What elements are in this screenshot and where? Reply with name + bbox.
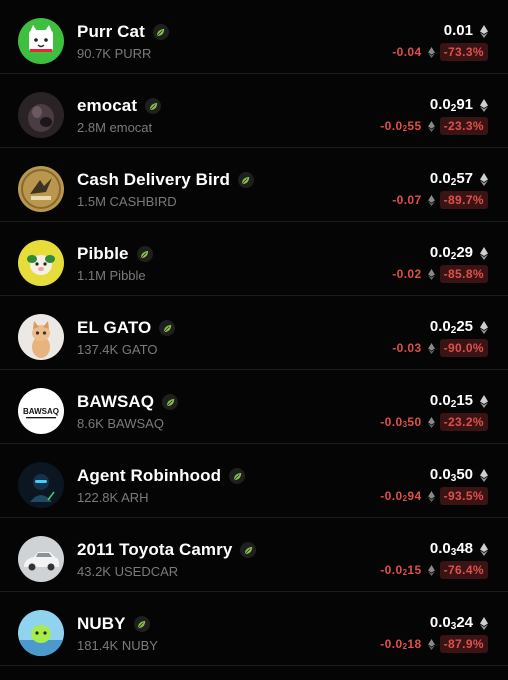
- token-price: 0.0257: [429, 170, 473, 188]
- leaf-icon: [136, 246, 153, 262]
- token-price: 0.0215: [429, 392, 473, 410]
- eth-icon: [480, 172, 488, 186]
- token-price: 0.0324: [429, 614, 473, 632]
- token-name: emocat: [77, 96, 138, 115]
- eth-icon: [480, 246, 488, 260]
- token-row[interactable]: EL GATO 137.4K GATO 0.0225 -0.03 -90.0%: [0, 296, 508, 370]
- bawsaq-avatar: BAWSAQ: [18, 388, 64, 434]
- pct-change-badge: -93.5%: [439, 487, 488, 505]
- eth-icon: [480, 468, 488, 482]
- token-change: -0.0255: [380, 119, 422, 133]
- eth-icon: [480, 616, 488, 630]
- token-holdings: 1.1M Pibble: [77, 268, 146, 283]
- pct-change-badge: -23.3%: [439, 117, 488, 135]
- pct-change-badge: -23.2%: [439, 413, 488, 431]
- leaf-icon: [162, 394, 179, 410]
- pct-change-badge: -73.3%: [439, 43, 488, 61]
- token-name: Pibble: [77, 244, 129, 263]
- token-holdings: 90.7K PURR: [77, 46, 152, 61]
- token-holdings: 2.8M emocat: [77, 120, 153, 135]
- eth-icon: [480, 394, 488, 408]
- token-name: Purr Cat: [77, 22, 145, 41]
- token-holdings: 43.2K USEDCAR: [77, 564, 179, 579]
- leaf-icon: [145, 98, 162, 114]
- token-row[interactable]: NUBY 181.4K NUBY 0.0324 -0.0218 -87.9%: [0, 592, 508, 666]
- token-row[interactable]: Agent Robinhood 122.8K ARH 0.0350 -0.029…: [0, 444, 508, 518]
- token-holdings: 137.4K GATO: [77, 342, 158, 357]
- token-row[interactable]: BAWSAQ BAWSAQ 8.6K BAWSAQ 0.0215 -0.0350…: [0, 370, 508, 444]
- eth-icon: [480, 98, 488, 112]
- token-change: -0.07: [392, 193, 422, 207]
- token-name: Cash Delivery Bird: [77, 170, 230, 189]
- eth-icon: [427, 268, 435, 280]
- token-name: 2011 Toyota Camry: [77, 540, 233, 559]
- el-gato-avatar: [18, 314, 64, 360]
- pct-change-badge: -89.7%: [439, 191, 488, 209]
- token-row[interactable]: 2011 Toyota Camry 43.2K USEDCAR 0.0348 -…: [0, 518, 508, 592]
- token-holdings: 122.8K ARH: [77, 490, 149, 505]
- token-change: -0.0218: [380, 637, 422, 651]
- bawsaq-logo-text: BAWSAQ: [23, 407, 59, 416]
- emocat-avatar: [18, 92, 64, 138]
- eth-icon: [427, 120, 435, 132]
- token-name: BAWSAQ: [77, 392, 155, 411]
- leaf-icon: [133, 616, 150, 632]
- leaf-icon: [152, 24, 169, 40]
- robinhood-avatar: [18, 462, 64, 508]
- leaf-icon: [159, 320, 176, 336]
- cash-bird-avatar: [18, 166, 64, 212]
- token-name: Agent Robinhood: [77, 466, 222, 485]
- eth-icon: [427, 342, 435, 354]
- token-name: EL GATO: [77, 318, 152, 337]
- token-change: -0.0215: [380, 563, 422, 577]
- token-change: -0.03: [392, 341, 422, 355]
- leaf-icon: [229, 468, 246, 484]
- eth-icon: [480, 320, 488, 334]
- pct-change-badge: -90.0%: [439, 339, 488, 357]
- pct-change-badge: -87.9%: [439, 635, 488, 653]
- eth-icon: [427, 194, 435, 206]
- eth-icon: [480, 24, 488, 38]
- token-change: -0.0294: [380, 489, 422, 503]
- token-change: -0.04: [392, 45, 422, 59]
- token-price: 0.01: [443, 22, 473, 39]
- leaf-icon: [237, 172, 254, 188]
- token-price: 0.0225: [429, 318, 473, 336]
- token-price: 0.0291: [429, 96, 473, 114]
- token-holdings: 181.4K NUBY: [77, 638, 158, 653]
- token-list: Purr Cat 90.7K PURR 0.01 -0.04 -73.3% em…: [0, 0, 508, 666]
- eth-icon: [480, 542, 488, 556]
- token-holdings: 1.5M CASHBIRD: [77, 194, 177, 209]
- token-price: 0.0348: [429, 540, 473, 558]
- eth-icon: [427, 564, 435, 576]
- eth-icon: [427, 490, 435, 502]
- pibble-avatar: [18, 240, 64, 286]
- token-holdings: 8.6K BAWSAQ: [77, 416, 164, 431]
- token-price: 0.0350: [429, 466, 473, 484]
- leaf-icon: [240, 542, 257, 558]
- nuby-avatar: [18, 610, 64, 656]
- purr-cat-avatar: [18, 18, 64, 64]
- token-name: NUBY: [77, 614, 126, 633]
- token-row[interactable]: Cash Delivery Bird 1.5M CASHBIRD 0.0257 …: [0, 148, 508, 222]
- token-change: -0.02: [392, 267, 422, 281]
- eth-icon: [427, 46, 435, 58]
- token-price: 0.0229: [429, 244, 473, 262]
- camry-avatar: [18, 536, 64, 582]
- pct-change-badge: -76.4%: [439, 561, 488, 579]
- token-row[interactable]: Pibble 1.1M Pibble 0.0229 -0.02 -85.8%: [0, 222, 508, 296]
- token-row[interactable]: emocat 2.8M emocat 0.0291 -0.0255 -23.3%: [0, 74, 508, 148]
- pct-change-badge: -85.8%: [439, 265, 488, 283]
- eth-icon: [427, 638, 435, 650]
- token-change: -0.0350: [380, 415, 422, 429]
- eth-icon: [427, 416, 435, 428]
- token-row[interactable]: Purr Cat 90.7K PURR 0.01 -0.04 -73.3%: [0, 0, 508, 74]
